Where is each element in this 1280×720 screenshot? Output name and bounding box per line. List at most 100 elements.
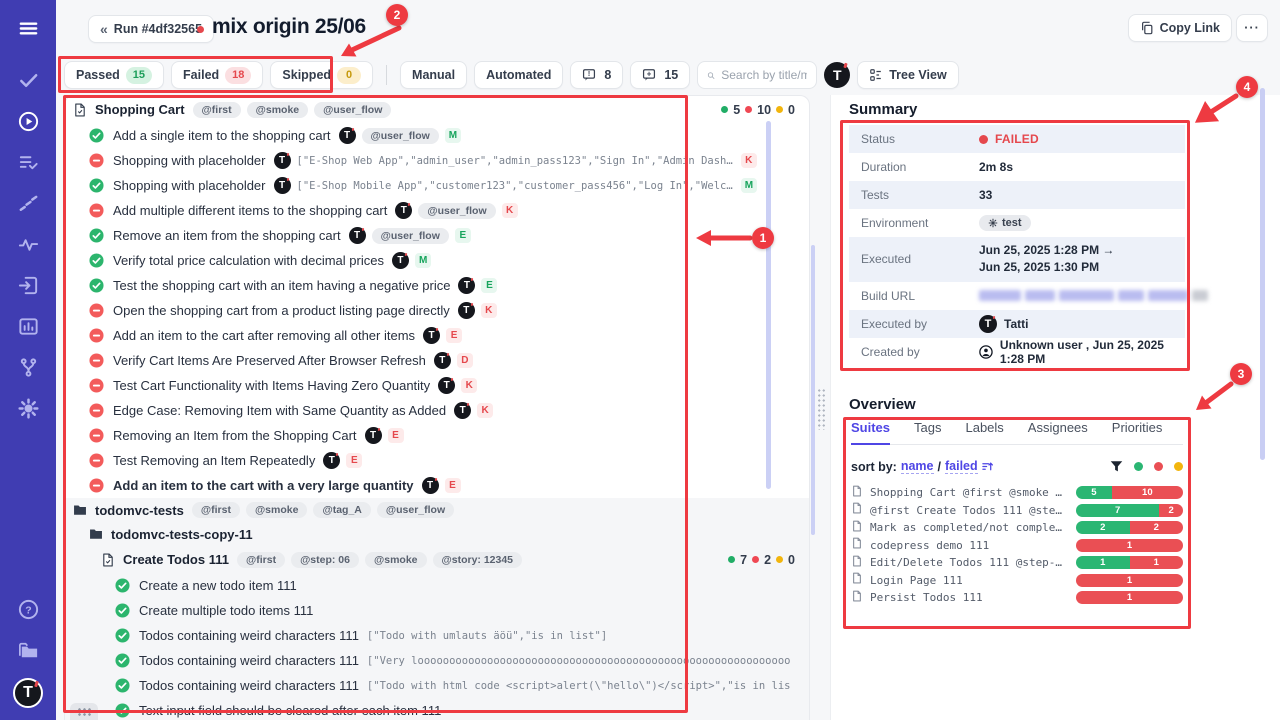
test-row[interactable]: Todos containing weird characters 111["T… [65, 673, 809, 698]
test-row[interactable]: Shopping with placeholderT["E-Shop Web A… [65, 148, 809, 173]
test-plans-icon[interactable] [15, 149, 41, 175]
tag[interactable]: @user_flow [418, 203, 495, 219]
list-scrollbar[interactable] [766, 121, 771, 489]
sort-by-name-link[interactable]: name [901, 459, 934, 474]
tag[interactable]: @user_flow [372, 228, 449, 244]
test-row[interactable]: Test Cart Functionality with Items Havin… [65, 373, 809, 398]
tag[interactable]: @first [237, 552, 285, 568]
suite-title: Create Todos 111 [123, 552, 229, 567]
legend-passed-dot [1134, 462, 1143, 471]
steps-icon[interactable] [15, 190, 41, 216]
tab-labels[interactable]: Labels [965, 420, 1003, 435]
testomat-logo[interactable]: T [13, 678, 43, 708]
test-row[interactable]: Edge Case: Removing Item with Same Quant… [65, 398, 809, 423]
suite-row[interactable]: Shopping Cart@first@smoke@user_flow5100 [65, 96, 809, 123]
filter-funnel-icon[interactable] [1110, 460, 1123, 473]
tab-suites[interactable]: Suites [851, 420, 890, 445]
run-id-button[interactable]: « Run #4df32565 [88, 15, 214, 43]
tag[interactable]: @user_flow [362, 128, 439, 144]
test-row[interactable]: Add multiple different items to the shop… [65, 198, 809, 223]
tag[interactable]: @smoke [247, 102, 309, 118]
suite-row[interactable]: Create Todos 111 @first @step: 06 @smoke @st… [65, 546, 809, 573]
tag[interactable]: @tag_A [313, 502, 370, 518]
tab-tags[interactable]: Tags [914, 420, 941, 435]
environment-badge[interactable]: test [979, 215, 1031, 231]
test-list: Shopping Cart@first@smoke@user_flow5100A… [65, 96, 809, 720]
test-data-snippet: ["Todo with umlauts äöü","is in list"] [367, 630, 607, 642]
search-input[interactable] [721, 68, 807, 82]
projects-folder-icon[interactable] [15, 637, 41, 663]
tag[interactable]: @user_flow [377, 502, 454, 518]
failed-filter-button[interactable]: Failed 18 [171, 61, 263, 89]
test-row[interactable]: Todos containing weird characters 111["V… [65, 648, 809, 673]
overview-suite-row[interactable]: Mark as completed/not comple…22 [851, 519, 1183, 537]
test-row[interactable]: Text input field should be cleared after… [65, 698, 809, 720]
passed-segment: 1 [1076, 556, 1130, 569]
overview-suite-row[interactable]: Login Page 1111 [851, 572, 1183, 590]
overview-title: Overview [849, 396, 916, 413]
automated-filter-button[interactable]: Automated [474, 61, 563, 89]
test-row[interactable]: Add an item to the cart after removing a… [65, 323, 809, 348]
test-row[interactable]: Verify Cart Items Are Preserved After Br… [65, 348, 809, 373]
checks-icon[interactable] [15, 67, 41, 93]
failed-icon [89, 453, 104, 468]
comments-filter-button[interactable]: ! 8 [570, 61, 623, 89]
test-title: Add an item to the cart with a very larg… [113, 478, 414, 493]
overview-suite-row[interactable]: Persist Todos 1111 [851, 589, 1183, 607]
test-row[interactable]: Todos containing weird characters 111["T… [65, 623, 809, 648]
settings-gear-icon[interactable] [15, 395, 41, 421]
pulse-icon[interactable] [15, 231, 41, 257]
tab-assignees[interactable]: Assignees [1028, 420, 1088, 435]
tag[interactable]: @smoke [365, 552, 427, 568]
help-icon[interactable]: ? [15, 596, 41, 622]
test-title: Test Removing an Item Repeatedly [113, 453, 315, 468]
tag[interactable]: @story: 12345 [433, 552, 523, 568]
tag[interactable]: @smoke [246, 502, 308, 518]
test-row[interactable]: Removing an Item from the Shopping CartT… [65, 423, 809, 448]
page-scrollbar[interactable] [1260, 88, 1265, 460]
test-row[interactable]: Add a single item to the shopping cartT@… [65, 123, 809, 148]
more-options-button[interactable]: ··· [1236, 14, 1268, 42]
tab-priorities[interactable]: Priorities [1112, 420, 1163, 435]
overview-suite-row[interactable]: codepress demo 1111 [851, 537, 1183, 555]
copy-link-button[interactable]: Copy Link [1128, 14, 1232, 42]
overview-suite-row[interactable]: Edit/Delete Todos 111 @step-…11 [851, 554, 1183, 572]
test-row[interactable]: Test Removing an Item RepeatedlyTE [65, 448, 809, 473]
tag[interactable]: @first [192, 502, 240, 518]
test-row[interactable]: Add an item to the cart with a very larg… [65, 473, 809, 498]
notes-filter-button[interactable]: + 15 [630, 61, 690, 89]
build-url-redacted[interactable] [979, 290, 1208, 301]
analytics-icon[interactable] [15, 313, 41, 339]
duration-label: Duration [861, 160, 979, 174]
tag[interactable]: @step: 06 [291, 552, 359, 568]
tag[interactable]: @user_flow [314, 102, 391, 118]
overview-suite-row[interactable]: @first Create Todos 111 @ste…72 [851, 502, 1183, 520]
menu-icon[interactable] [15, 15, 41, 41]
folder-row[interactable]: todomvc-tests-copy-11 [65, 522, 809, 546]
tree-view-button[interactable]: Tree View [857, 61, 958, 89]
test-row[interactable]: Create multiple todo items 111 [65, 598, 809, 623]
branches-icon[interactable] [15, 354, 41, 380]
sort-by-failed-link[interactable]: failed [945, 459, 978, 474]
test-row[interactable]: Shopping with placeholderT["E-Shop Mobil… [65, 173, 809, 198]
gutter-scrollbar[interactable] [811, 245, 815, 535]
tag[interactable]: @first [193, 102, 241, 118]
testomat-user-avatar[interactable]: T [824, 62, 850, 88]
status-value: FAILED [995, 132, 1039, 146]
passed-filter-button[interactable]: Passed 15 [64, 61, 164, 89]
test-row[interactable]: Verify total price calculation with deci… [65, 248, 809, 273]
manual-filter-button[interactable]: Manual [400, 61, 467, 89]
folder-row[interactable]: todomvc-tests@first@smoke@tag_A@user_flo… [65, 498, 809, 522]
automated-test-icon: T [392, 252, 409, 269]
overview-suite-row[interactable]: Shopping Cart @first @smoke …510 [851, 484, 1183, 502]
test-row[interactable]: Open the shopping cart from a product li… [65, 298, 809, 323]
suite-stats: 720 [728, 553, 799, 567]
test-row[interactable]: Remove an item from the shopping cartT@u… [65, 223, 809, 248]
corner-grip-handle[interactable] [70, 703, 98, 720]
skipped-filter-button[interactable]: Skipped 0 [270, 61, 373, 89]
runs-icon[interactable] [15, 108, 41, 134]
test-row[interactable]: Create a new todo item 111 [65, 573, 809, 598]
import-icon[interactable] [15, 272, 41, 298]
panel-resize-handle[interactable] [817, 388, 826, 430]
test-row[interactable]: Test the shopping cart with an item havi… [65, 273, 809, 298]
